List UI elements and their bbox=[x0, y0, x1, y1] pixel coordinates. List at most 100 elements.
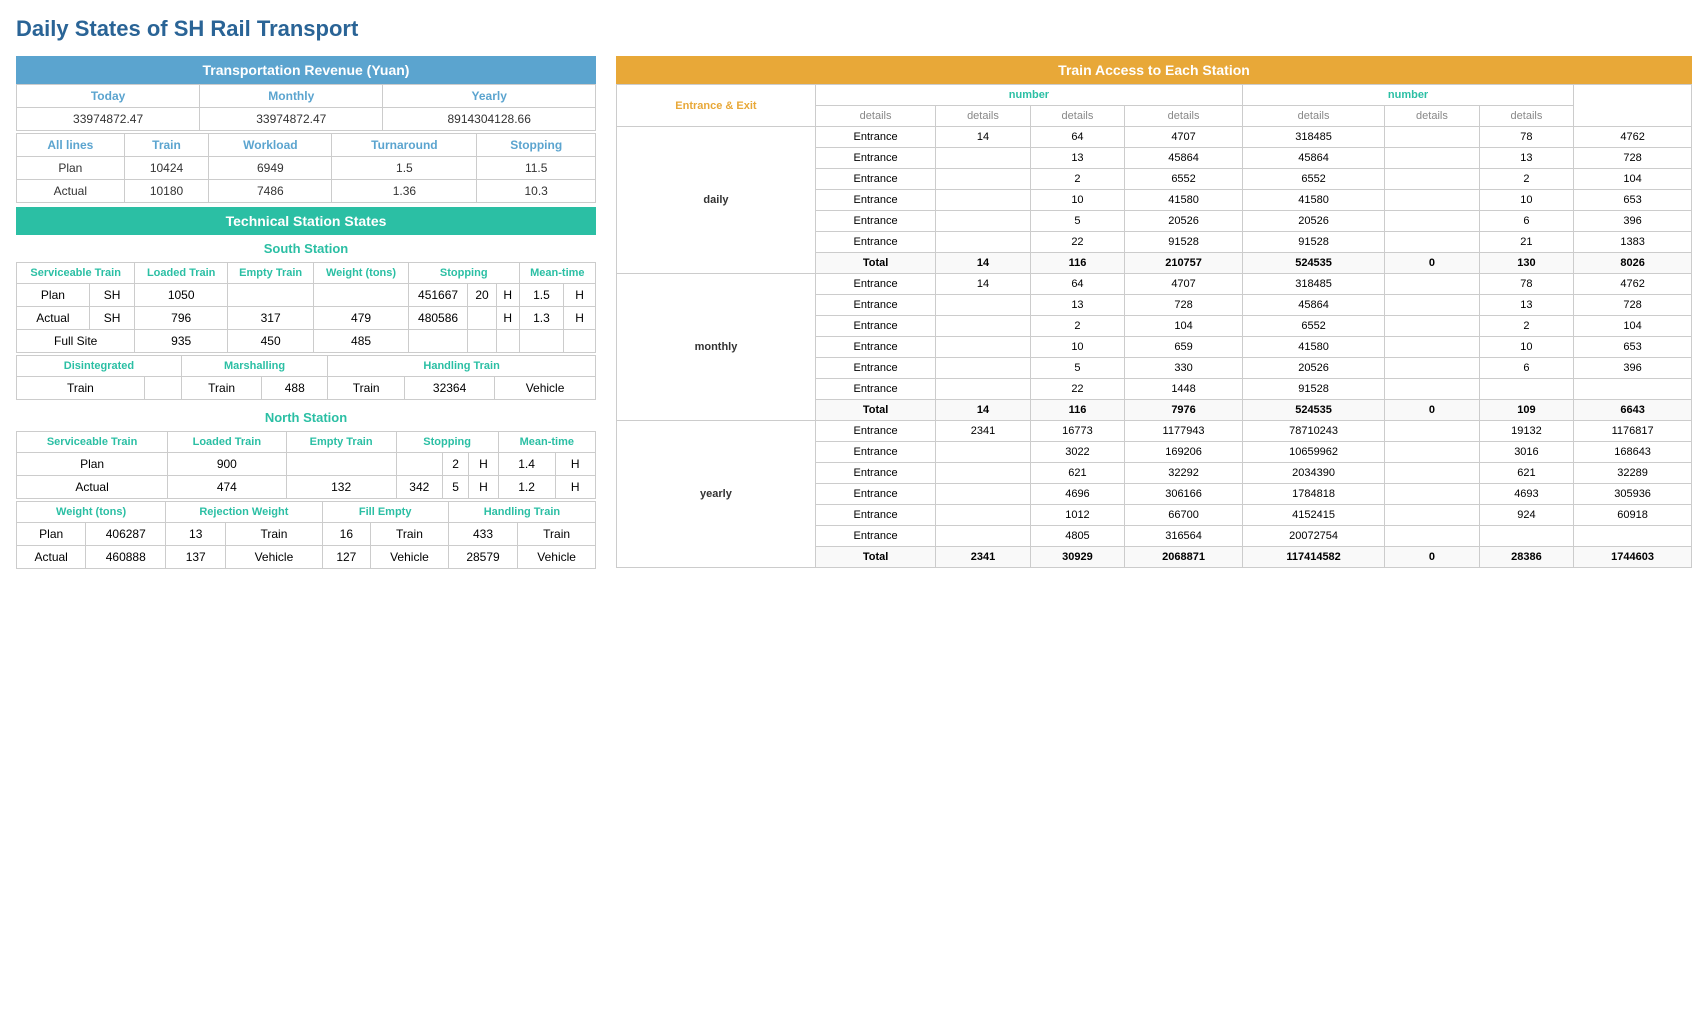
table-row: 5 bbox=[1030, 358, 1124, 379]
north-plan-mean-h: H bbox=[555, 453, 596, 476]
plan-workload: 6949 bbox=[209, 157, 332, 180]
table-row: 2034390 bbox=[1242, 463, 1384, 484]
north-col-empty: Empty Train bbox=[286, 432, 396, 453]
table-row bbox=[1479, 379, 1573, 400]
total-cell: 116 bbox=[1030, 253, 1124, 274]
access-det-3: details bbox=[1125, 106, 1243, 127]
total-cell: 0 bbox=[1385, 400, 1479, 421]
plan-turnaround: 1.5 bbox=[332, 157, 477, 180]
table-row: 45864 bbox=[1125, 148, 1243, 169]
monthly-label: Monthly bbox=[200, 85, 383, 108]
actual-label: Actual bbox=[17, 180, 125, 203]
table-row bbox=[1385, 148, 1479, 169]
south-plan-serviceable: 1050 bbox=[135, 284, 228, 307]
north-plan-meantime: 1.4 bbox=[498, 453, 555, 476]
table-row bbox=[936, 316, 1030, 337]
access-det-4: details bbox=[1242, 106, 1384, 127]
table-row: 104 bbox=[1574, 316, 1692, 337]
table-row: 10 bbox=[1479, 337, 1573, 358]
north-actual2-fill-unit: Vehicle bbox=[371, 546, 449, 569]
south-fullsite-v4 bbox=[468, 330, 496, 353]
table-row: 318485 bbox=[1242, 127, 1384, 148]
table-row bbox=[1385, 316, 1479, 337]
marsh-v0: Train bbox=[181, 377, 261, 400]
total-cell: 8026 bbox=[1574, 253, 1692, 274]
table-row bbox=[1479, 526, 1573, 547]
table-row bbox=[1385, 463, 1479, 484]
table-row: Entrance bbox=[815, 379, 935, 400]
table-row: 45864 bbox=[1242, 148, 1384, 169]
table-row: 13 bbox=[1030, 148, 1124, 169]
south-actual-stopping bbox=[468, 307, 496, 330]
table-row: 305936 bbox=[1574, 484, 1692, 505]
north-actual-stopping: 5 bbox=[442, 476, 468, 499]
table-row bbox=[1385, 379, 1479, 400]
table-row: Entrance bbox=[815, 358, 935, 379]
north-actual-serviceable: 474 bbox=[168, 476, 286, 499]
table-row: 396 bbox=[1574, 211, 1692, 232]
table-row bbox=[936, 148, 1030, 169]
actual-train: 10180 bbox=[124, 180, 209, 203]
table-row: 6552 bbox=[1242, 316, 1384, 337]
yearly-value: 8914304128.66 bbox=[383, 108, 596, 131]
north-fillempty-col: Fill Empty bbox=[322, 502, 448, 523]
total-cell: 130 bbox=[1479, 253, 1573, 274]
table-row: 1177943 bbox=[1125, 421, 1243, 442]
disint-v0: Train bbox=[17, 377, 145, 400]
table-row: 10659962 bbox=[1242, 442, 1384, 463]
table-row bbox=[936, 526, 1030, 547]
table-row bbox=[936, 358, 1030, 379]
south-fullsite-v2: 485 bbox=[314, 330, 409, 353]
south-plan-loaded bbox=[228, 284, 314, 307]
alllines-col-0: All lines bbox=[17, 134, 125, 157]
total-cell: Total bbox=[815, 253, 935, 274]
access-col-number1: number bbox=[815, 85, 1242, 106]
table-row: 20072754 bbox=[1242, 526, 1384, 547]
table-row: Entrance bbox=[815, 505, 935, 526]
section-label-daily: daily bbox=[617, 127, 816, 274]
table-row: 78 bbox=[1479, 274, 1573, 295]
table-row: 32292 bbox=[1125, 463, 1243, 484]
north-col-meantime: Mean-time bbox=[498, 432, 595, 453]
table-row: 78710243 bbox=[1242, 421, 1384, 442]
north-actual-mean-h: H bbox=[555, 476, 596, 499]
table-row: Entrance bbox=[815, 211, 935, 232]
table-row: 91528 bbox=[1242, 232, 1384, 253]
north-actual2-handling: 28579 bbox=[448, 546, 517, 569]
plan-train: 10424 bbox=[124, 157, 209, 180]
table-row: 41580 bbox=[1242, 190, 1384, 211]
north-plan-empty bbox=[396, 453, 442, 476]
table-row: 4696 bbox=[1030, 484, 1124, 505]
table-row bbox=[936, 505, 1030, 526]
access-det-1: details bbox=[936, 106, 1030, 127]
north-plan2-handling-unit: Train bbox=[518, 523, 596, 546]
total-cell: 0 bbox=[1385, 547, 1479, 568]
south-plan-stop-h: H bbox=[496, 284, 519, 307]
table-row: 41580 bbox=[1242, 337, 1384, 358]
table-row bbox=[1385, 442, 1479, 463]
total-cell: 0 bbox=[1385, 253, 1479, 274]
today-label: Today bbox=[17, 85, 200, 108]
total-cell: Total bbox=[815, 400, 935, 421]
table-row: 3016 bbox=[1479, 442, 1573, 463]
disint-v1 bbox=[144, 377, 181, 400]
table-row: 653 bbox=[1574, 337, 1692, 358]
table-row: 4707 bbox=[1125, 274, 1243, 295]
table-row: 13 bbox=[1030, 295, 1124, 316]
table-row: 316564 bbox=[1125, 526, 1243, 547]
table-row: 32289 bbox=[1574, 463, 1692, 484]
table-row: 169206 bbox=[1125, 442, 1243, 463]
access-col-number2: number bbox=[1242, 85, 1573, 106]
total-cell: Total bbox=[815, 547, 935, 568]
north-plan-label: Plan bbox=[17, 453, 168, 476]
south-actual-serviceable: 796 bbox=[135, 307, 228, 330]
north-plan2-rejection: 13 bbox=[166, 523, 226, 546]
south-plan-weight: 451667 bbox=[408, 284, 468, 307]
table-row bbox=[1385, 337, 1479, 358]
table-row: 4707 bbox=[1125, 127, 1243, 148]
handling-v0: Train bbox=[328, 377, 405, 400]
table-row: 621 bbox=[1030, 463, 1124, 484]
table-row: 6552 bbox=[1242, 169, 1384, 190]
south-station-table: Serviceable Train Loaded Train Empty Tra… bbox=[16, 262, 596, 353]
actual-turnaround: 1.36 bbox=[332, 180, 477, 203]
